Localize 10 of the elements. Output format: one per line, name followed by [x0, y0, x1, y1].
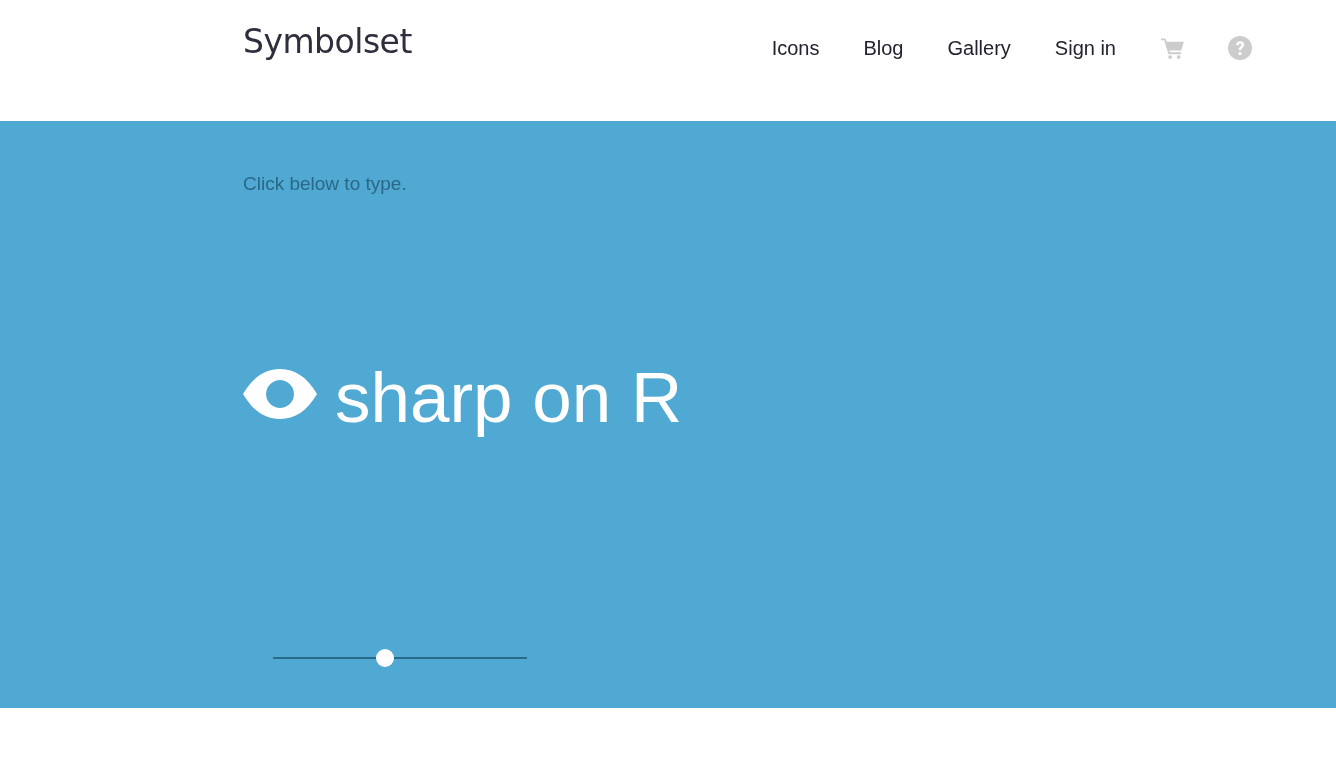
site-logo[interactable]: Symbolset	[243, 22, 412, 62]
eye-icon	[243, 368, 317, 419]
nav-link[interactable]: Gallery	[947, 35, 1011, 61]
cart-icon[interactable]	[1161, 37, 1184, 59]
nav-link[interactable]: Blog	[863, 35, 904, 61]
nav-link[interactable]: Icons	[771, 35, 820, 61]
slider-thumb[interactable]	[375, 649, 394, 667]
help-icon[interactable]	[1228, 36, 1252, 60]
hint-text: Click below to type.	[243, 172, 407, 196]
nav-link[interactable]: Sign in	[1054, 35, 1116, 61]
